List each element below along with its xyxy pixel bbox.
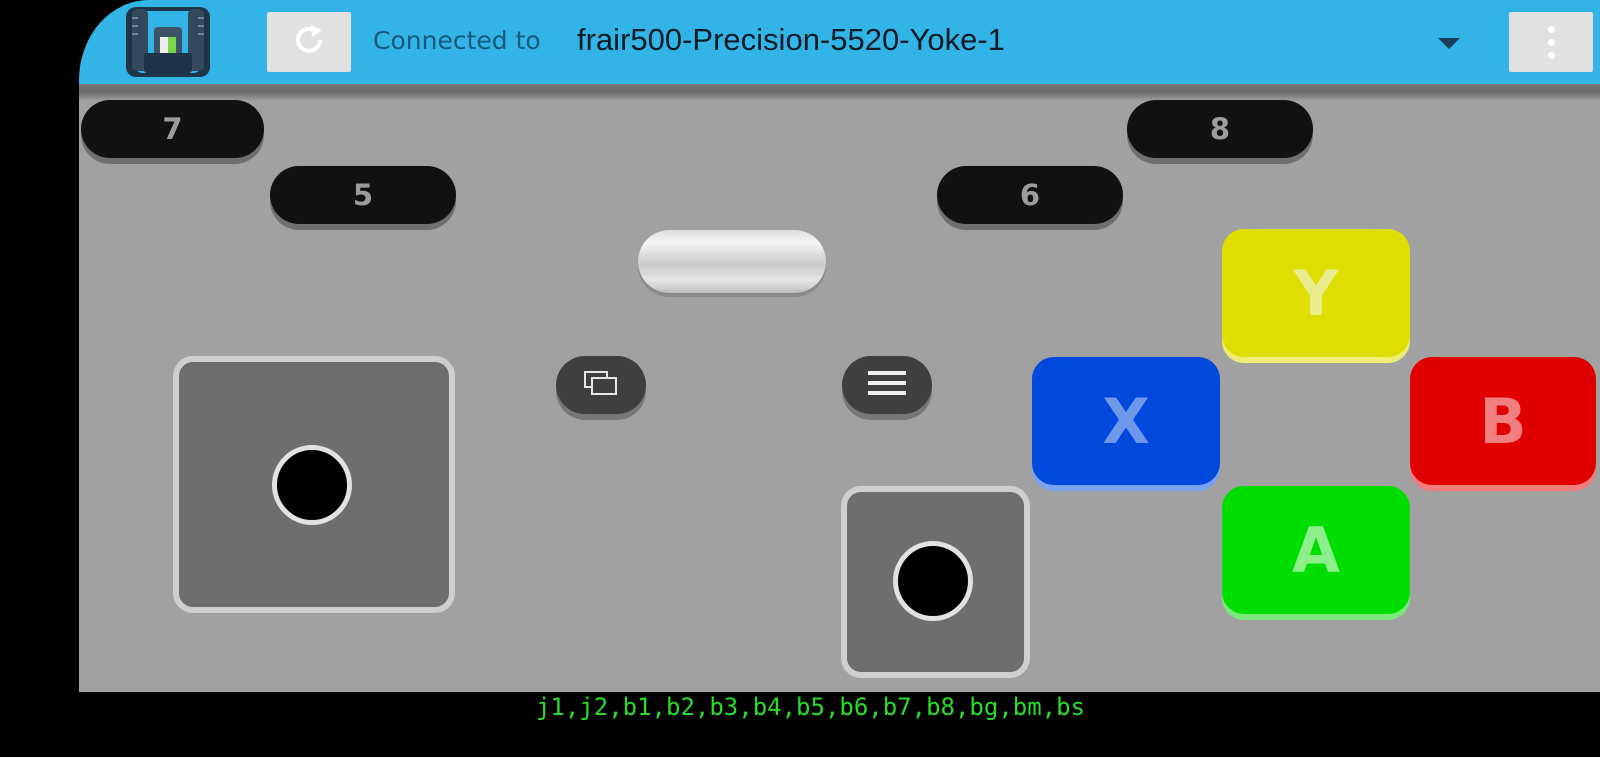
refresh-button[interactable] bbox=[267, 12, 351, 72]
robot-app-icon[interactable] bbox=[126, 7, 210, 77]
shoulder-button-8[interactable]: 8 bbox=[1127, 100, 1313, 158]
shoulder-button-5[interactable]: 5 bbox=[270, 166, 456, 224]
y-button[interactable]: Y bbox=[1222, 229, 1410, 357]
top-bar: Connected to frair500-Precision-5520-Yok… bbox=[79, 0, 1600, 84]
left-joystick[interactable] bbox=[173, 356, 455, 613]
gamepad-app: Connected to frair500-Precision-5520-Yok… bbox=[79, 0, 1600, 692]
view-button[interactable] bbox=[556, 356, 646, 414]
b-button[interactable]: B bbox=[1410, 357, 1596, 485]
overlapping-windows-icon bbox=[583, 369, 619, 401]
left-joystick-knob[interactable] bbox=[272, 445, 352, 525]
connected-label: Connected to bbox=[373, 26, 541, 55]
triangle-down-icon[interactable] bbox=[1438, 38, 1460, 49]
right-joystick-knob[interactable] bbox=[893, 541, 973, 621]
overflow-menu-button[interactable] bbox=[1509, 12, 1593, 72]
gamepad-area: 7 8 5 6 Y X B A bbox=[79, 100, 1600, 692]
toolbar-divider bbox=[79, 84, 1600, 100]
shoulder-button-6[interactable]: 6 bbox=[937, 166, 1123, 224]
hamburger-menu-icon bbox=[868, 369, 906, 401]
shoulder-button-7[interactable]: 7 bbox=[81, 100, 264, 158]
x-button[interactable]: X bbox=[1032, 357, 1220, 485]
guide-button[interactable] bbox=[638, 230, 826, 293]
refresh-icon bbox=[291, 22, 327, 62]
right-joystick[interactable] bbox=[841, 486, 1030, 678]
device-name[interactable]: frair500-Precision-5520-Yoke-1 bbox=[577, 22, 1005, 58]
debug-status-text: j1,j2,b1,b2,b3,b4,b5,b6,b7,b8,bg,bm,bs bbox=[535, 693, 1086, 721]
a-button[interactable]: A bbox=[1222, 486, 1410, 614]
menu-button[interactable] bbox=[842, 356, 932, 414]
